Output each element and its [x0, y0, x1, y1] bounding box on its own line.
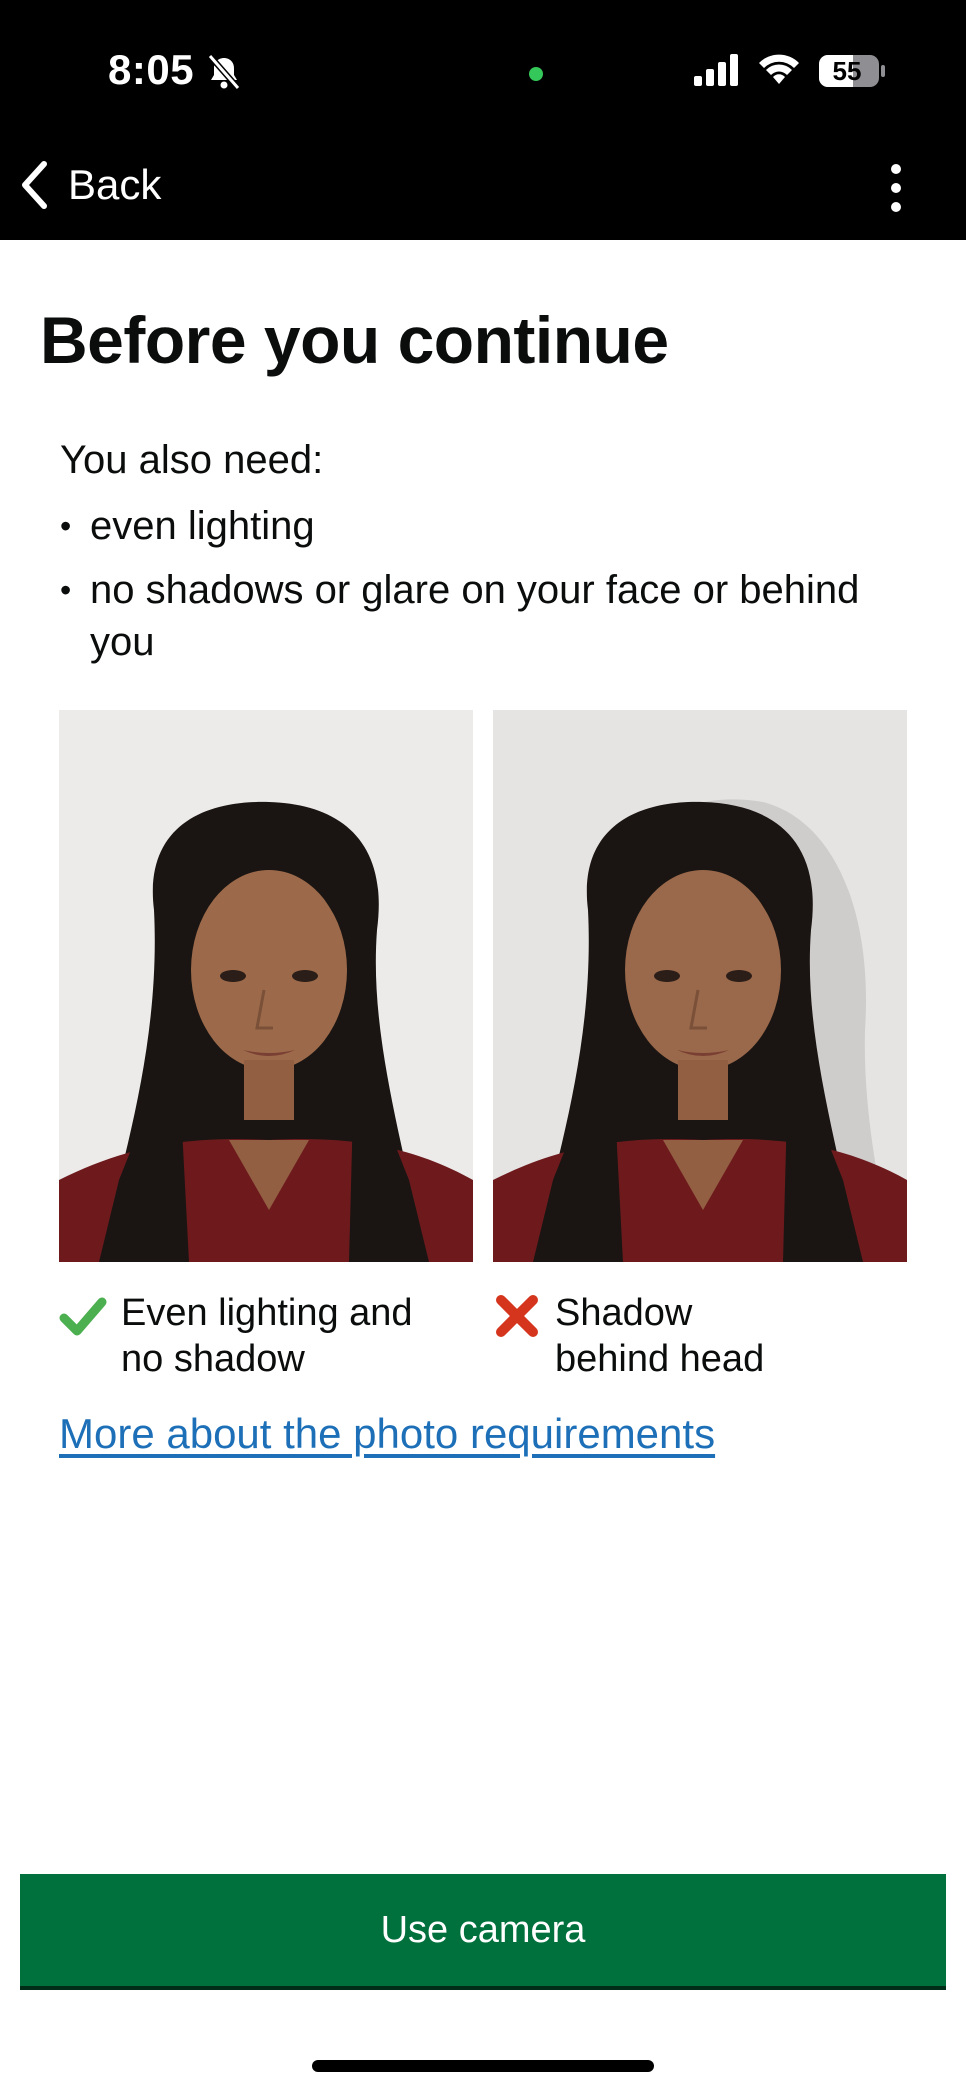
cross-icon [496, 1295, 538, 1337]
signal-icon [694, 54, 738, 86]
intro-text: You also need: [60, 438, 324, 482]
caption-bad-text: Shadow behind head [555, 1292, 765, 1380]
page-title: Before you continue [40, 303, 669, 377]
chevron-left-icon [22, 161, 47, 209]
caption-good-text: Even lighting and no shadow [121, 1292, 413, 1380]
requirements-list: even lighting no shadows or glare on you… [60, 500, 900, 680]
battery-level: 55 [832, 56, 862, 86]
privacy-indicator-dot [529, 67, 543, 81]
more-vertical-icon [891, 164, 901, 174]
caption-good: Even lighting and no shadow [59, 1290, 461, 1382]
back-label: Back [68, 161, 162, 208]
back-button[interactable]: Back [18, 150, 161, 220]
list-item: no shadows or glare on your face or behi… [60, 564, 900, 668]
photo-requirements-link[interactable]: More about the photo requirements [59, 1410, 715, 1458]
list-item: even lighting [60, 500, 900, 552]
status-time: 8:05 [108, 46, 195, 93]
caption-bad: Shadow behind head [493, 1290, 815, 1382]
use-camera-button[interactable]: Use camera [20, 1874, 946, 1986]
bell-slash-icon [207, 54, 241, 90]
example-photo-good [59, 710, 473, 1262]
top-bar: 8:05 55 Back [0, 0, 966, 240]
home-indicator [312, 2060, 654, 2072]
wifi-icon [759, 54, 799, 84]
check-icon [59, 1297, 107, 1336]
example-photo-bad [493, 710, 907, 1262]
more-options-button[interactable] [878, 160, 914, 216]
